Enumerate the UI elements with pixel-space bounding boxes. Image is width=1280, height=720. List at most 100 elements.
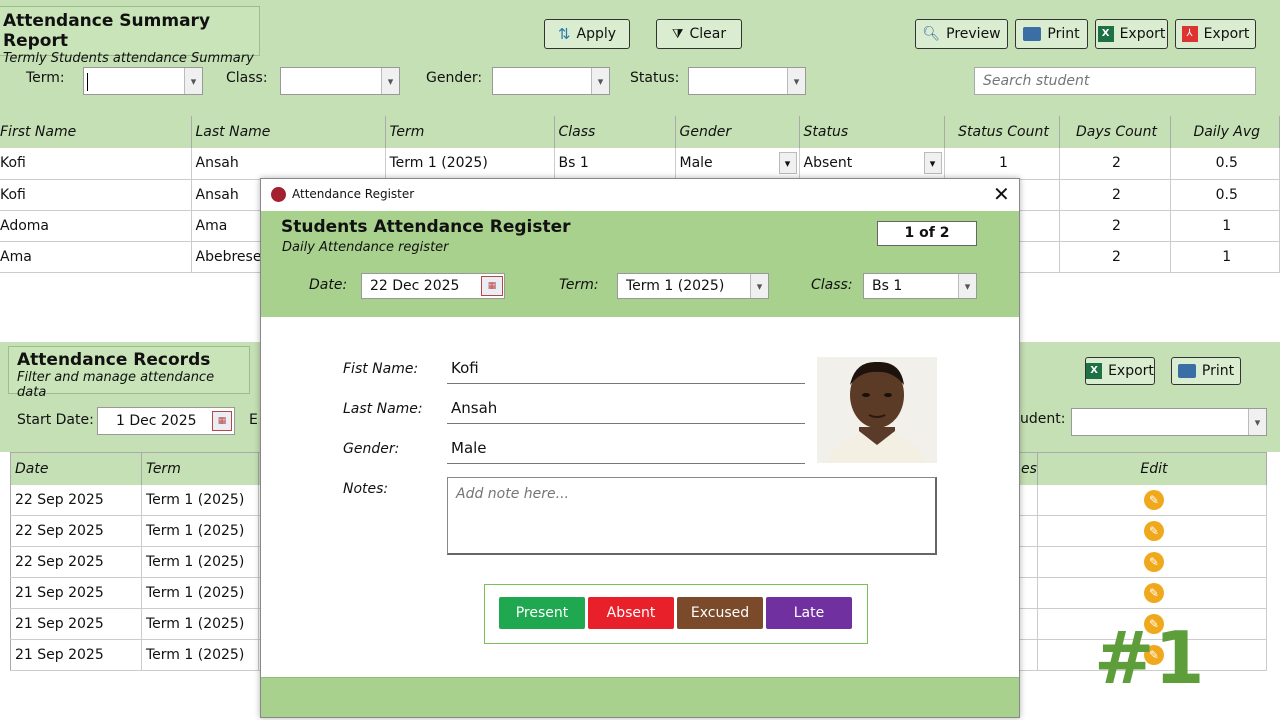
- cell[interactable]: Ansah: [191, 148, 386, 180]
- search-student-input[interactable]: [974, 67, 1256, 95]
- late-button[interactable]: Late: [766, 597, 852, 629]
- cell[interactable]: 2: [1059, 210, 1171, 242]
- cell[interactable]: Bs 1: [554, 148, 676, 180]
- excused-button[interactable]: Excused: [677, 597, 763, 629]
- chevron-down-icon[interactable]: ▾: [1248, 409, 1266, 435]
- summary-title-box: Attendance Summary Report Termly Student…: [0, 6, 260, 66]
- cell[interactable]: 21 Sep 2025: [10, 577, 142, 609]
- pencil-icon[interactable]: ✎: [1143, 552, 1164, 572]
- date-picker[interactable]: 22 Dec 2025 ▦: [361, 273, 505, 299]
- cell[interactable]: Term 1 (2025): [385, 148, 555, 180]
- col-last-name[interactable]: Last Name: [191, 116, 386, 148]
- cell[interactable]: 1: [1170, 210, 1280, 242]
- calendar-icon[interactable]: ▦: [212, 411, 232, 431]
- col-days-count[interactable]: Days Count: [1059, 116, 1171, 148]
- clear-button[interactable]: ⧩ Clear: [656, 19, 742, 49]
- col-status[interactable]: Status: [799, 116, 945, 148]
- pencil-icon[interactable]: ✎: [1143, 521, 1164, 541]
- first-name-field[interactable]: Kofi: [447, 359, 805, 384]
- col-edit[interactable]: Edit: [1037, 452, 1268, 485]
- col-status-count[interactable]: Status Count: [944, 116, 1060, 148]
- cell[interactable]: Term 1 (2025): [141, 484, 259, 516]
- class-value: Bs 1: [872, 278, 903, 294]
- chevron-down-icon[interactable]: ▾: [750, 274, 768, 298]
- chevron-down-icon[interactable]: ▾: [778, 152, 797, 174]
- cell[interactable]: Kofi: [0, 148, 192, 180]
- preview-button[interactable]: 🔍︎ Preview: [915, 19, 1008, 49]
- table-row[interactable]: Kofi Ansah Term 1 (2025) Bs 1 Male ▾ Abse…: [0, 148, 1280, 180]
- cell[interactable]: Term 1 (2025): [141, 608, 259, 640]
- class-combo[interactable]: Bs 1 ▾: [863, 273, 977, 299]
- records-print-label: Print: [1201, 363, 1235, 379]
- cell[interactable]: Term 1 (2025): [141, 546, 259, 578]
- calendar-icon[interactable]: ▦: [481, 276, 503, 296]
- last-name-field[interactable]: Ansah: [447, 399, 805, 424]
- cell[interactable]: Term 1 (2025): [141, 639, 259, 671]
- cell[interactable]: 22 Sep 2025: [10, 484, 142, 516]
- col-class[interactable]: Class: [554, 116, 676, 148]
- cell[interactable]: Term 1 (2025): [141, 515, 259, 547]
- cell[interactable]: Kofi: [0, 179, 192, 211]
- cell[interactable]: Adoma: [0, 210, 192, 242]
- term-label: Term:: [559, 277, 599, 293]
- records-print-button[interactable]: Print: [1171, 357, 1241, 385]
- chevron-down-icon[interactable]: ▾: [591, 68, 609, 94]
- present-button[interactable]: Present: [499, 597, 585, 629]
- records-export-button[interactable]: X Export: [1085, 357, 1155, 385]
- cell[interactable]: 1: [1170, 241, 1280, 273]
- cell[interactable]: 2: [1059, 179, 1171, 211]
- pencil-icon[interactable]: ✎: [1143, 489, 1164, 510]
- cell[interactable]: 22 Sep 2025: [10, 546, 142, 578]
- date-label: Date:: [309, 277, 348, 293]
- summary-subtitle: Termly Students attendance Summary: [3, 51, 254, 66]
- cell[interactable]: 2: [1059, 148, 1171, 180]
- export-pdf-button[interactable]: ⅄ Export: [1175, 19, 1256, 49]
- gender-filter-combo[interactable]: ▾: [492, 67, 610, 95]
- class-filter-combo[interactable]: ▾: [280, 67, 400, 95]
- chevron-down-icon[interactable]: ▾: [381, 68, 399, 94]
- notes-textarea[interactable]: [447, 477, 937, 555]
- term-value: Term 1 (2025): [626, 278, 725, 294]
- cell[interactable]: 0.5: [1170, 179, 1280, 211]
- cell[interactable]: 22 Sep 2025: [10, 515, 142, 547]
- end-date-label: E: [249, 412, 258, 428]
- chevron-down-icon[interactable]: ▾: [787, 68, 805, 94]
- episode-watermark: #1: [1094, 616, 1205, 700]
- apply-button[interactable]: ⇅ Apply: [544, 19, 630, 49]
- pencil-icon[interactable]: ✎: [1143, 583, 1164, 603]
- sort-icon: ⇅: [557, 25, 571, 43]
- cell-status[interactable]: Absent ▾: [799, 148, 945, 180]
- absent-button[interactable]: Absent: [588, 597, 674, 629]
- export-excel-button[interactable]: X Export: [1095, 19, 1168, 49]
- chevron-down-icon[interactable]: ▾: [958, 274, 976, 298]
- col-term[interactable]: Term: [385, 116, 555, 148]
- app-icon: [271, 187, 286, 202]
- gender-field[interactable]: Male: [447, 439, 805, 464]
- dialog-titlebar: Attendance Register ✕: [261, 179, 1019, 211]
- term-combo[interactable]: Term 1 (2025) ▾: [617, 273, 769, 299]
- cell[interactable]: Term 1 (2025): [141, 577, 259, 609]
- dialog-window-title: Attendance Register: [292, 187, 415, 201]
- chevron-down-icon[interactable]: ▾: [184, 68, 202, 94]
- start-date-picker[interactable]: 1 Dec 2025 ▦: [97, 407, 235, 435]
- col-date[interactable]: Date: [10, 452, 142, 485]
- cell[interactable]: 21 Sep 2025: [10, 608, 142, 640]
- term-filter-combo[interactable]: ▾: [83, 67, 203, 95]
- col-gender[interactable]: Gender: [675, 116, 800, 148]
- cell-value: Absent: [803, 155, 853, 172]
- status-filter-combo[interactable]: ▾: [688, 67, 806, 95]
- cell[interactable]: 0.5: [1170, 148, 1280, 180]
- close-icon[interactable]: ✕: [993, 182, 1010, 206]
- cell[interactable]: 2: [1059, 241, 1171, 273]
- cell[interactable]: Ama: [0, 241, 192, 273]
- cell[interactable]: 1: [944, 148, 1060, 180]
- col-daily-avg[interactable]: Daily Avg: [1170, 116, 1280, 148]
- col-first-name[interactable]: First Name: [0, 116, 192, 148]
- cell[interactable]: 21 Sep 2025: [10, 639, 142, 671]
- student-filter-combo[interactable]: ▾: [1071, 408, 1267, 436]
- cell-gender[interactable]: Male ▾: [675, 148, 800, 180]
- col-term[interactable]: Term: [141, 452, 259, 485]
- chevron-down-icon[interactable]: ▾: [923, 152, 942, 174]
- print-button[interactable]: Print: [1015, 19, 1088, 49]
- first-name-label: Fist Name:: [343, 361, 419, 377]
